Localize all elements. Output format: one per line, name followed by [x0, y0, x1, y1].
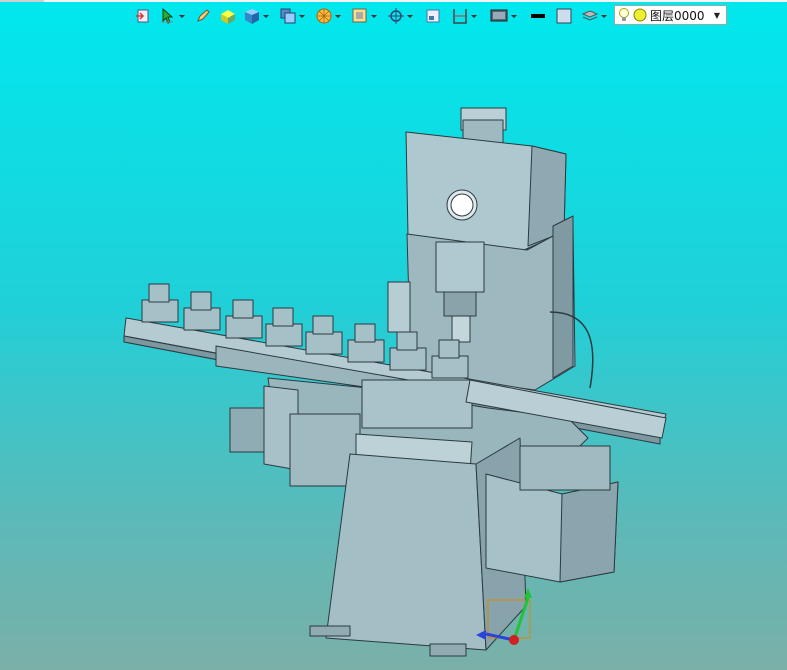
view-toolbar: [133, 5, 609, 27]
open-file-icon[interactable]: [133, 5, 153, 27]
lightbulb-icon[interactable]: [618, 7, 630, 23]
zoom-window-icon[interactable]: [423, 5, 443, 27]
cube-blue-icon[interactable]: [241, 5, 271, 27]
section-plane-icon[interactable]: [449, 5, 479, 27]
layer-selector[interactable]: 图层0000 ▼: [614, 5, 727, 25]
chevron-down-icon[interactable]: ▼: [714, 11, 720, 20]
line-color-icon[interactable]: [527, 5, 549, 27]
view-cube-icon[interactable]: [277, 5, 307, 27]
layers-stack-icon[interactable]: [579, 5, 609, 27]
cad-3d-viewport[interactable]: [0, 30, 787, 670]
material-box-icon[interactable]: [349, 5, 379, 27]
pencil-icon[interactable]: [193, 5, 213, 27]
display-mode-icon[interactable]: [487, 5, 519, 27]
window-tab-edge: [0, 0, 44, 2]
crosshair-icon[interactable]: [385, 5, 415, 27]
window-top-strip: [0, 0, 787, 2]
fill-color-icon[interactable]: [553, 5, 575, 27]
press-machine-model: [123, 107, 667, 657]
render-sphere-icon[interactable]: [313, 5, 343, 27]
cube-yellow-icon[interactable]: [217, 5, 239, 27]
layer-name: 图层0000: [650, 8, 705, 23]
pointer-dropdown-icon[interactable]: [157, 5, 187, 27]
layer-color-icon[interactable]: [633, 8, 647, 22]
